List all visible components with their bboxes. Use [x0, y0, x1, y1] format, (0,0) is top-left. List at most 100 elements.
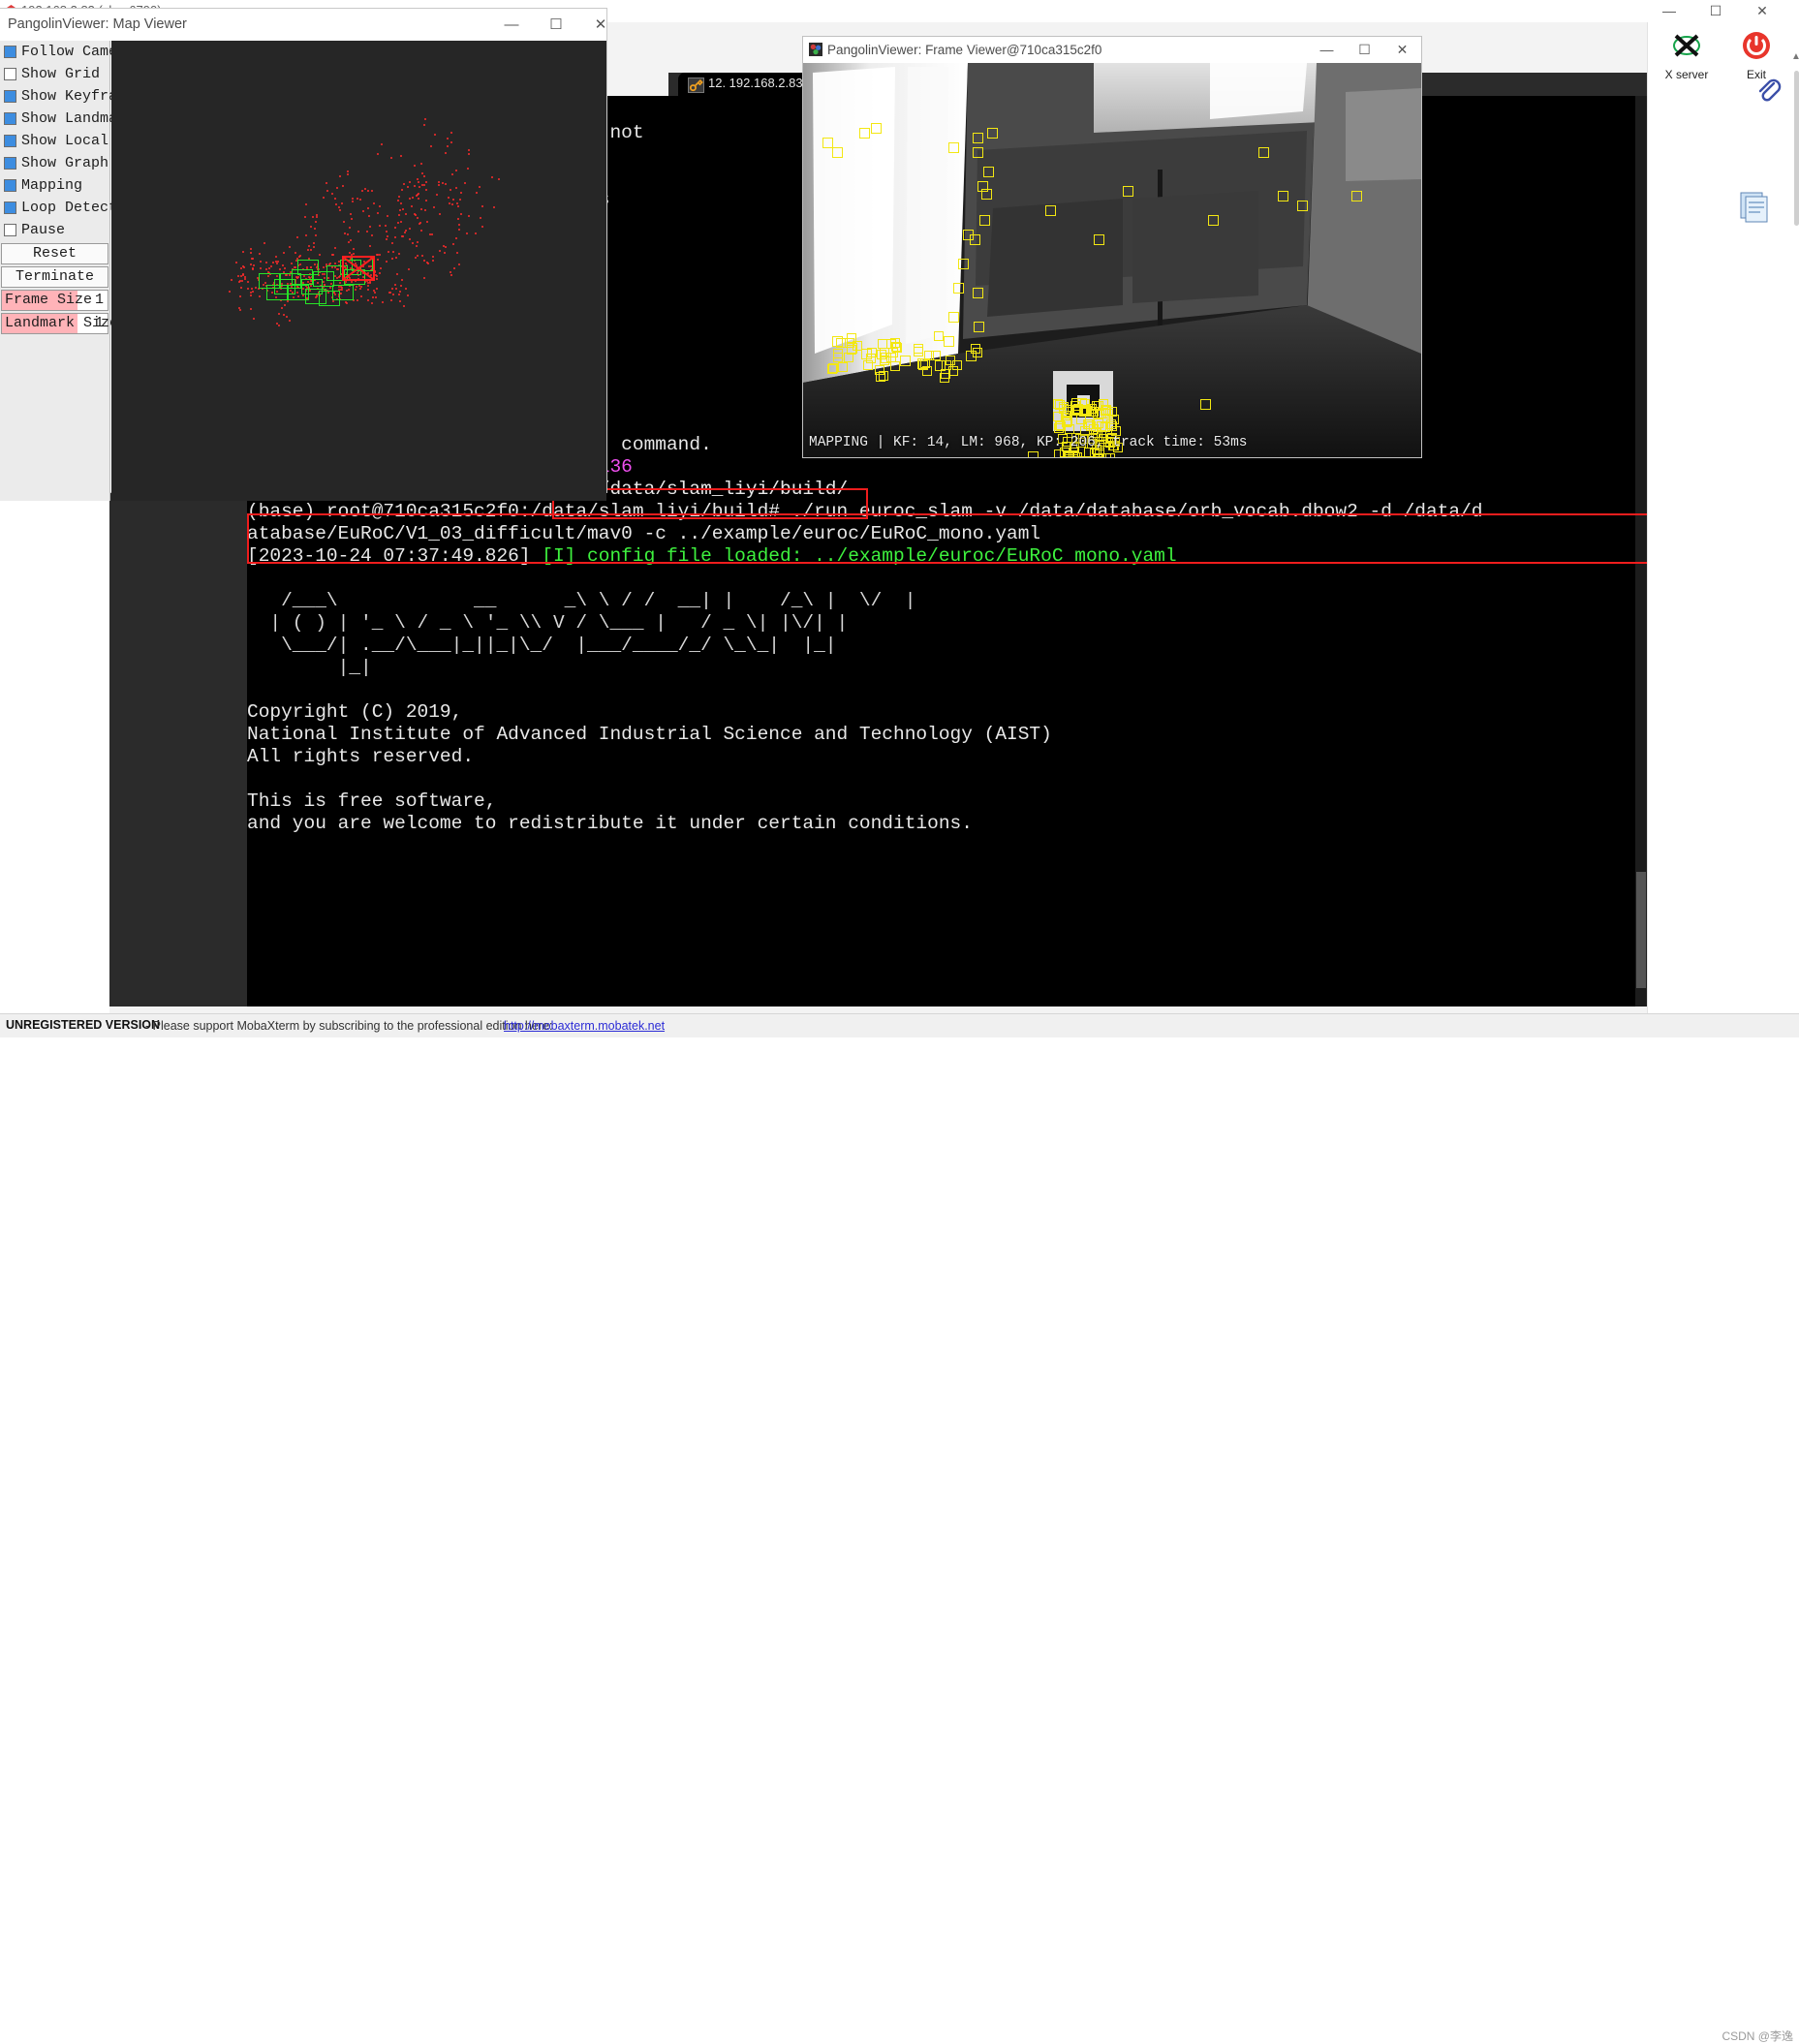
- landmark-point: [381, 143, 383, 145]
- map-slider-frame-size[interactable]: Frame Size1: [1, 290, 109, 311]
- landmark-point: [401, 189, 403, 191]
- landmark-point: [429, 233, 431, 235]
- landmark-point: [400, 221, 402, 223]
- terminal-line: Copyright (C) 2019,: [247, 701, 1647, 724]
- mobatek-link[interactable]: http://mobaxterm.mobatek.net: [504, 1019, 665, 1033]
- frame-viewer-minimize-icon[interactable]: —: [1308, 37, 1346, 62]
- map-checkbox-loop-detection[interactable]: Loop Detection: [0, 197, 109, 219]
- landmark-point: [377, 259, 379, 261]
- camera-frustum-icon: [344, 258, 373, 279]
- landmark-point: [373, 202, 375, 204]
- frame-viewer-maximize-icon[interactable]: ☐: [1346, 37, 1383, 62]
- landmark-point: [326, 190, 328, 192]
- feature-keypoint: [974, 322, 984, 332]
- feature-keypoint: [920, 358, 930, 368]
- landmark-point: [259, 253, 261, 255]
- map-checkbox-show-local-map[interactable]: Show Local Map: [0, 130, 109, 152]
- terminal-text: not: [609, 122, 643, 143]
- current-camera-frame: [342, 256, 375, 281]
- landmark-point: [418, 193, 419, 195]
- landmark-point: [372, 296, 374, 298]
- paperclip-icon[interactable]: [1754, 76, 1782, 103]
- map-checkbox-show-keyframes[interactable]: Show Keyframes: [0, 85, 109, 108]
- close-icon[interactable]: ✕: [1740, 0, 1784, 21]
- landmark-point: [397, 200, 399, 201]
- map-checkbox-pause[interactable]: Pause: [0, 219, 109, 241]
- landmark-point: [366, 231, 368, 232]
- landmark-point: [386, 261, 388, 263]
- map-checkbox-mapping[interactable]: Mapping: [0, 174, 109, 197]
- landmark-point: [242, 251, 244, 253]
- feature-keypoint: [948, 366, 958, 376]
- map-button-terminate[interactable]: Terminate: [1, 266, 109, 288]
- checkbox-icon[interactable]: [4, 46, 16, 58]
- landmark-point: [395, 288, 397, 290]
- landmark-point: [250, 308, 252, 310]
- terminal-scrollbar-thumb[interactable]: [1636, 872, 1646, 988]
- terminal-scrollbar-track[interactable]: [1635, 96, 1647, 1007]
- landmark-point: [404, 232, 406, 233]
- map-checkbox-show-graph[interactable]: Show Graph: [0, 152, 109, 174]
- landmark-point: [401, 235, 403, 237]
- landmark-point: [412, 197, 414, 199]
- landmark-point: [314, 228, 316, 230]
- checkbox-icon[interactable]: [4, 112, 16, 125]
- landmark-point: [353, 248, 355, 250]
- map-viewer-close-icon[interactable]: ✕: [578, 9, 623, 40]
- rail-scroll-up-icon[interactable]: ▲: [1791, 51, 1799, 62]
- landmark-point: [359, 199, 361, 201]
- landmark-point: [326, 182, 327, 184]
- landmark-point: [350, 213, 352, 215]
- landmark-point: [425, 189, 427, 191]
- landmark-point: [275, 256, 277, 258]
- feature-keypoint: [948, 312, 959, 323]
- maximize-icon[interactable]: ☐: [1693, 0, 1738, 21]
- landmark-point: [376, 288, 378, 290]
- checkbox-icon[interactable]: [4, 224, 16, 236]
- feature-keypoint: [900, 356, 911, 366]
- frame-viewer-titlebar[interactable]: PangolinViewer: Frame Viewer@710ca315c2f…: [803, 37, 1421, 63]
- checkbox-icon[interactable]: [4, 157, 16, 170]
- landmark-point: [334, 263, 336, 264]
- map-slider-landmark-size[interactable]: Landmark Size1: [1, 313, 109, 334]
- terminal-text: (base) root@710ca315c2f0:/data/slam_liyi…: [247, 501, 1483, 522]
- mobaxterm-window: 192.168.2.83 (slam6790) — ☐ ✕ ✕ 12. 192.…: [0, 0, 1799, 1037]
- map-checkbox-follow-camera[interactable]: Follow Camera: [0, 41, 109, 63]
- checkbox-icon[interactable]: [4, 90, 16, 103]
- watermark-label: CSDN @李逸: [1721, 2028, 1793, 2044]
- landmark-point: [371, 302, 373, 304]
- landmark-point: [390, 299, 392, 301]
- rail-scrollbar[interactable]: [1794, 71, 1799, 226]
- minimize-icon[interactable]: —: [1647, 0, 1691, 21]
- landmark-point: [375, 296, 377, 298]
- x-server-button[interactable]: X server: [1658, 30, 1716, 81]
- map-viewer-maximize-icon[interactable]: ☐: [534, 9, 578, 40]
- landmark-point: [409, 238, 411, 240]
- map-viewer-canvas[interactable]: [111, 41, 606, 501]
- landmark-point: [407, 294, 409, 296]
- landmark-point: [457, 218, 459, 220]
- map-viewer-slider-list: Frame Size1Landmark Size1: [0, 290, 109, 334]
- landmark-point: [409, 181, 411, 183]
- landmark-point: [315, 234, 317, 236]
- mobaxterm-statusbar: UNREGISTERED VERSION - Please support Mo…: [0, 1013, 1799, 1037]
- feature-keypoint: [979, 215, 990, 226]
- landmark-point: [464, 182, 466, 184]
- frame-viewer-canvas[interactable]: MAPPING | KF: 14, LM: 968, KP: 206, trac…: [803, 63, 1421, 457]
- checkbox-icon[interactable]: [4, 135, 16, 147]
- map-viewer-titlebar[interactable]: PangolinViewer: Map Viewer — ☐ ✕: [0, 9, 606, 41]
- map-checkbox-show-landmarks[interactable]: Show Landmarks: [0, 108, 109, 130]
- exit-button[interactable]: Exit: [1727, 30, 1785, 81]
- landmark-point: [385, 225, 387, 227]
- checkbox-icon[interactable]: [4, 201, 16, 214]
- landmark-point: [239, 295, 241, 297]
- map-viewer-minimize-icon[interactable]: —: [489, 9, 534, 40]
- feature-keypoint: [1278, 191, 1288, 201]
- map-checkbox-show-grid[interactable]: Show Grid: [0, 63, 109, 85]
- checkbox-icon[interactable]: [4, 179, 16, 192]
- checkbox-icon[interactable]: [4, 68, 16, 80]
- map-button-reset[interactable]: Reset: [1, 243, 109, 264]
- documents-icon[interactable]: [1737, 189, 1772, 224]
- frame-viewer-close-icon[interactable]: ✕: [1383, 37, 1421, 62]
- landmark-point: [498, 178, 500, 180]
